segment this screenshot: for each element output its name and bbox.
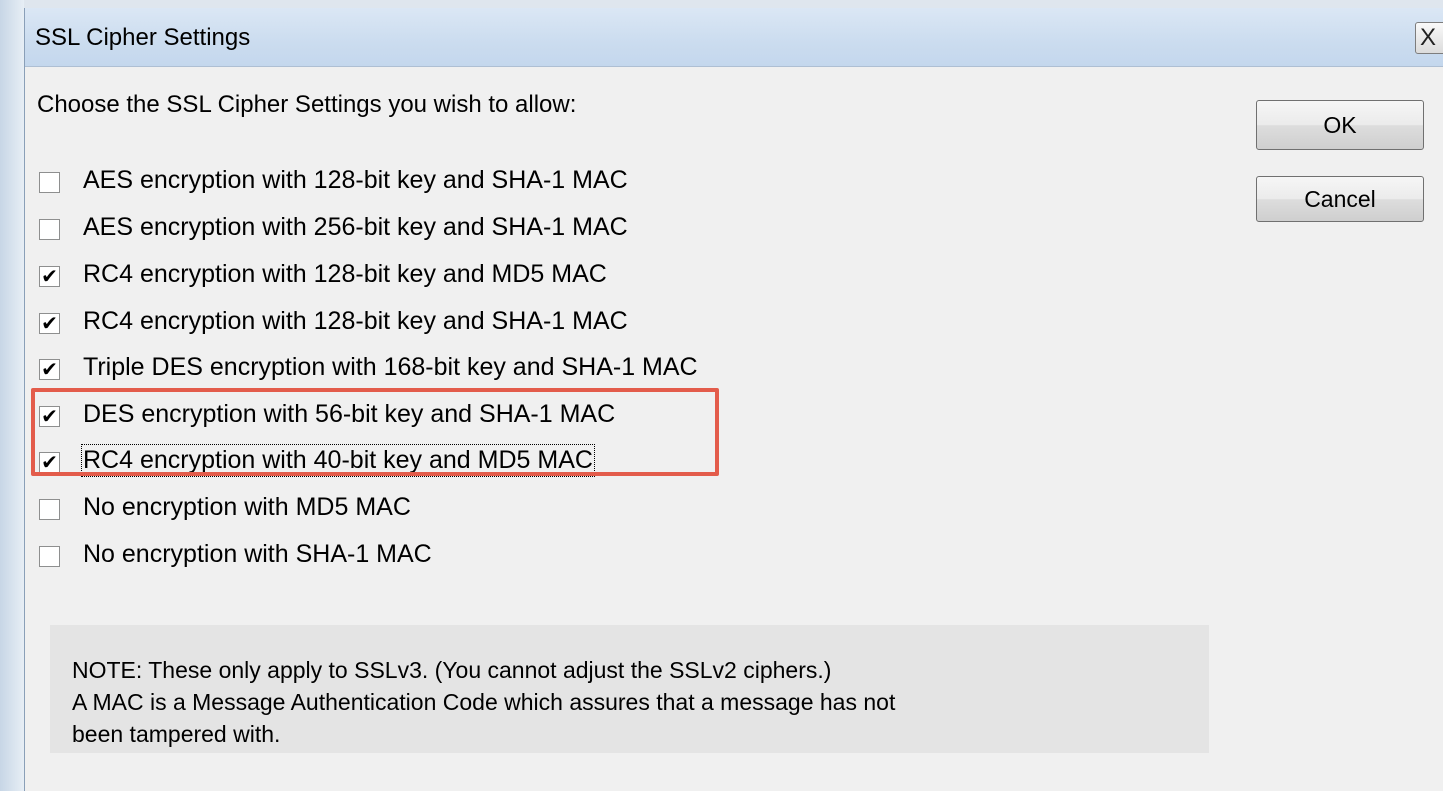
cipher-label[interactable]: Triple DES encryption with 168-bit key a…	[83, 353, 698, 382]
checkbox[interactable]	[39, 219, 60, 240]
checkbox[interactable]: ✔	[39, 359, 60, 380]
note-line: A MAC is a Message Authentication Code w…	[72, 689, 896, 715]
dialog-title: SSL Cipher Settings	[35, 24, 251, 51]
note-line: been tampered with.	[72, 721, 281, 747]
checkbox[interactable]	[39, 546, 60, 567]
instruction-label: Choose the SSL Cipher Settings you wish …	[37, 91, 577, 118]
note-line: NOTE: These only apply to SSLv3. (You ca…	[72, 657, 832, 683]
checkbox[interactable]	[39, 172, 60, 193]
note-panel: NOTE: These only apply to SSLv3. (You ca…	[50, 625, 1209, 753]
close-button[interactable]: X	[1415, 22, 1443, 54]
highlight-annotation	[31, 388, 719, 476]
ssl-cipher-settings-dialog: SSL Cipher Settings X Choose the SSL Cip…	[24, 8, 1443, 791]
cipher-label[interactable]: AES encryption with 256-bit key and SHA-…	[83, 213, 628, 242]
cancel-button[interactable]: Cancel	[1256, 176, 1424, 222]
close-icon: X	[1420, 24, 1437, 51]
cipher-label[interactable]: No encryption with MD5 MAC	[83, 493, 411, 522]
desktop-background	[0, 0, 24, 791]
cipher-label[interactable]: RC4 encryption with 128-bit key and MD5 …	[83, 260, 607, 289]
checkbox[interactable]: ✔	[39, 313, 60, 334]
cipher-label[interactable]: No encryption with SHA-1 MAC	[83, 540, 432, 569]
checkbox[interactable]: ✔	[39, 266, 60, 287]
title-bar: SSL Cipher Settings X	[25, 8, 1443, 67]
ok-button[interactable]: OK	[1256, 100, 1424, 150]
cipher-label[interactable]: RC4 encryption with 128-bit key and SHA-…	[83, 307, 628, 336]
checkbox[interactable]	[39, 499, 60, 520]
cipher-label[interactable]: AES encryption with 128-bit key and SHA-…	[83, 166, 628, 195]
